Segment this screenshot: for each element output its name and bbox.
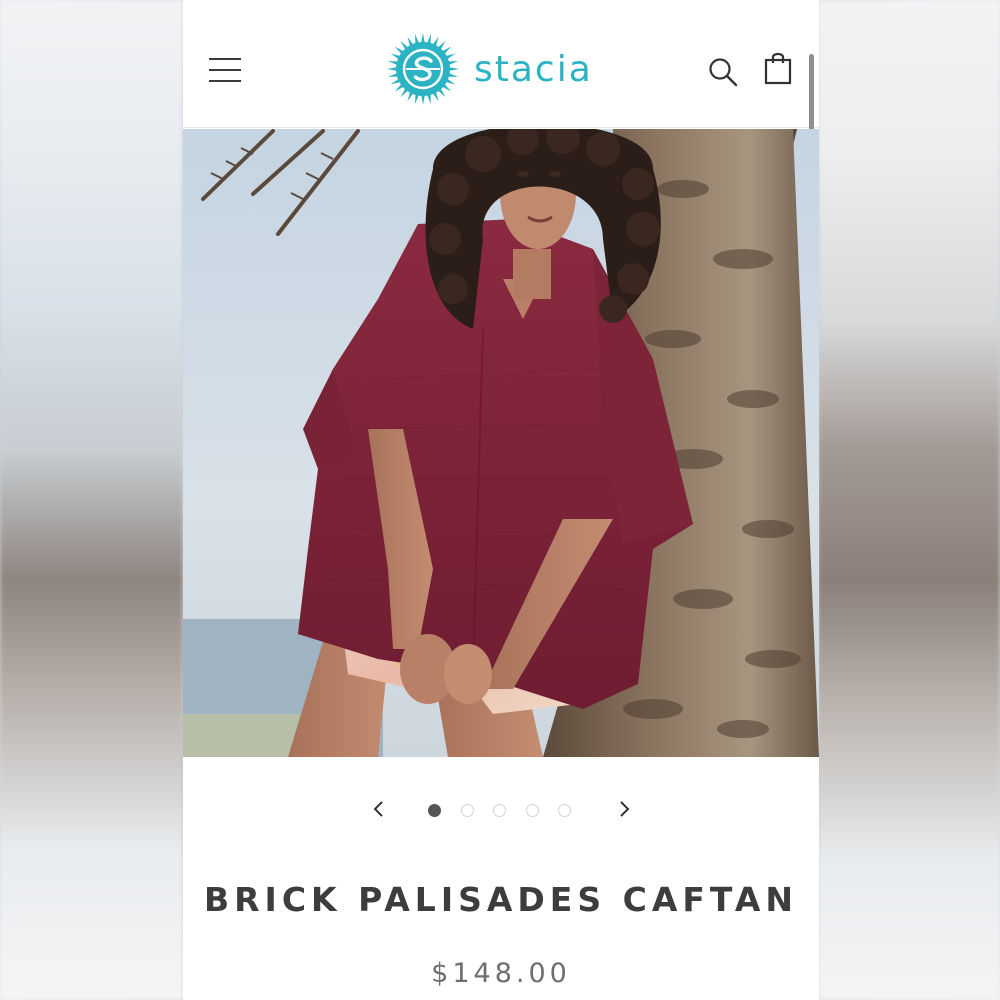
image-carousel-controls: [183, 790, 819, 830]
brand-logo[interactable]: stacia: [386, 32, 626, 106]
carousel-dot-1[interactable]: [428, 804, 441, 817]
shopping-bag-icon[interactable]: [763, 50, 793, 86]
carousel-dot-3[interactable]: [493, 804, 506, 817]
product-photo-illustration: [183, 129, 819, 757]
carousel-pagination: [428, 804, 591, 818]
product-image[interactable]: [183, 129, 819, 757]
blurred-background-right: [818, 0, 1000, 1000]
product-title: BRICK PALISADES CAFTAN: [203, 880, 799, 919]
blurred-background-left: [0, 0, 183, 1000]
chevron-right-icon[interactable]: [609, 794, 639, 824]
hamburger-menu-icon[interactable]: [209, 58, 241, 82]
search-icon[interactable]: [707, 56, 739, 88]
chevron-left-icon[interactable]: [364, 794, 394, 824]
brand-wordmark: stacia: [474, 48, 593, 90]
site-header: stacia: [183, 0, 819, 312]
mobile-product-page: stacia BRICK PALISADES CAFTAN $148.00: [183, 0, 819, 1000]
carousel-dot-2[interactable]: [460, 804, 474, 817]
carousel-dot-4[interactable]: [525, 804, 539, 817]
carousel-dot-5[interactable]: [558, 804, 571, 817]
product-price: $148.00: [431, 958, 571, 989]
brand-logo-mark-icon: [387, 33, 459, 105]
